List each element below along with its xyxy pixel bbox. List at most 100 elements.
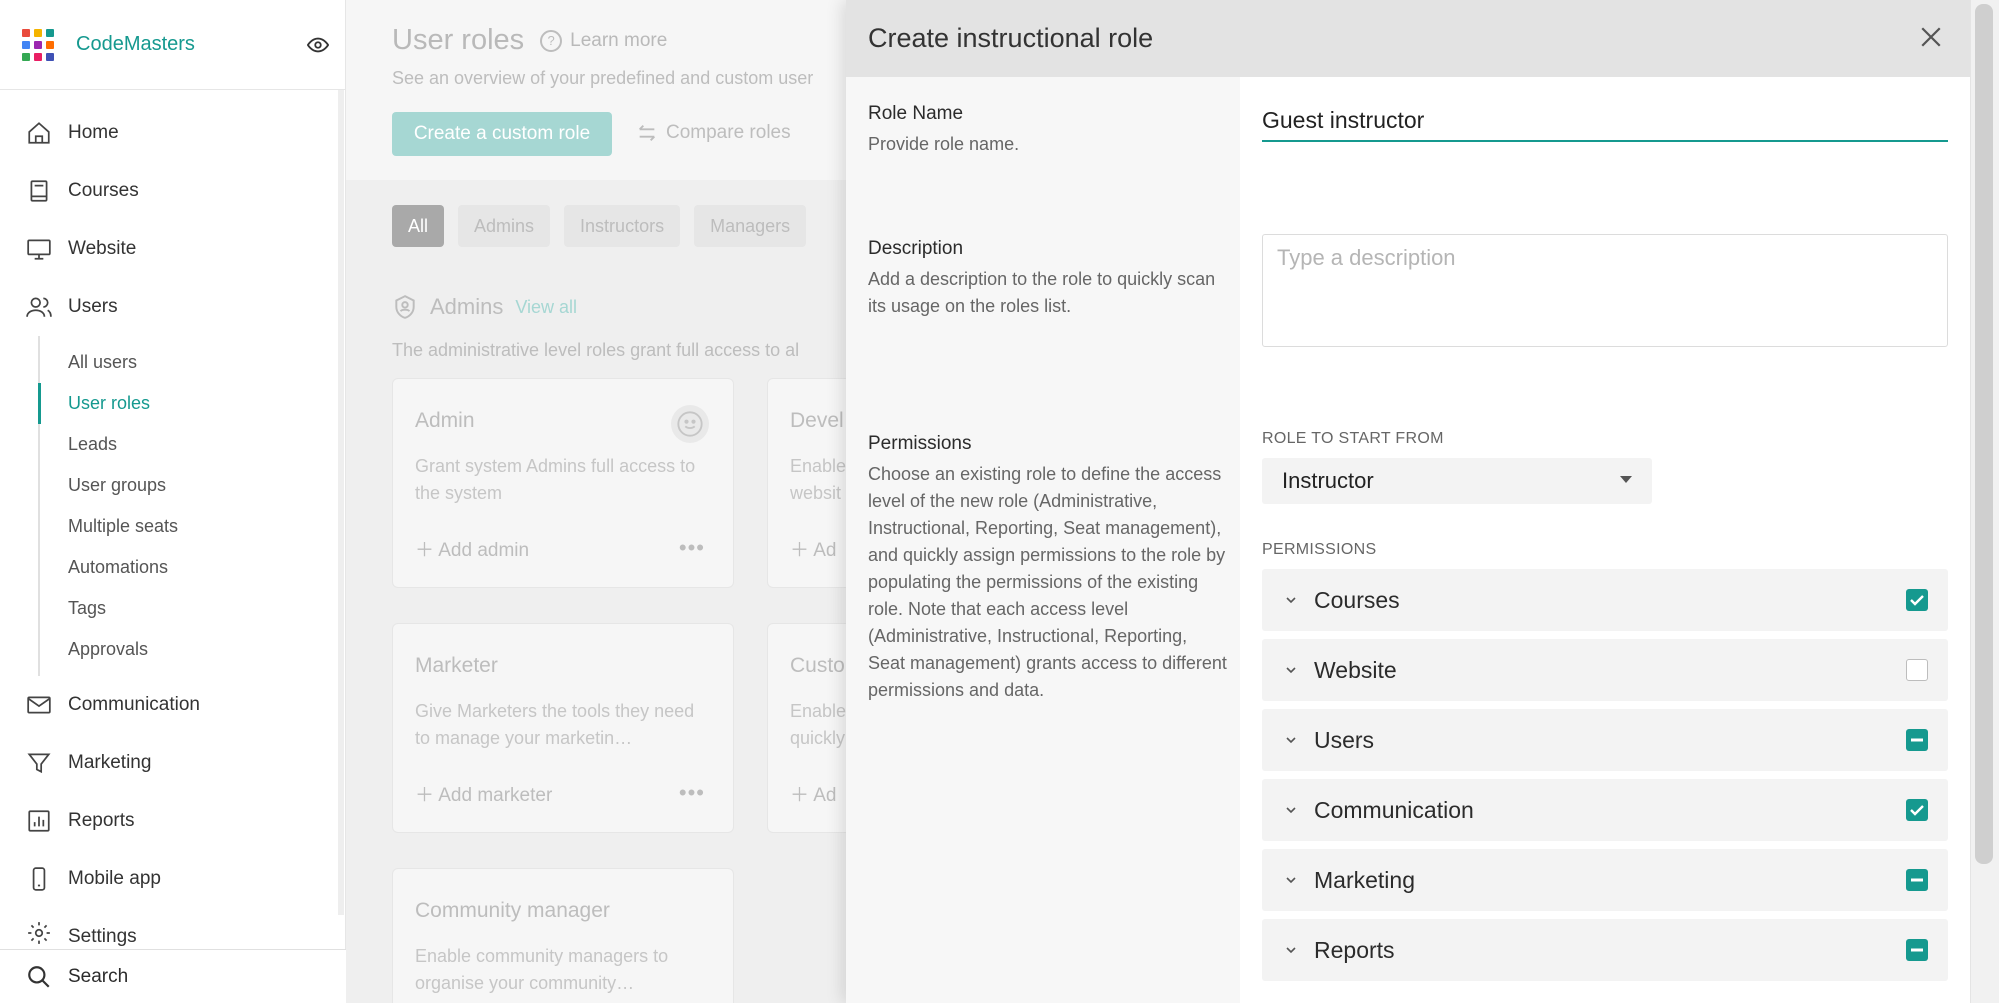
page-title-row: User roles ? Learn more	[392, 24, 667, 57]
permission-checkbox[interactable]	[1906, 659, 1928, 681]
sidebar-item-courses[interactable]: Courses	[0, 162, 345, 220]
create-custom-role-button[interactable]: Create a custom role	[392, 112, 612, 156]
role-card-description: Enable websit	[790, 456, 847, 503]
book-icon	[24, 176, 54, 206]
sidebar-item-website[interactable]: Website	[0, 220, 345, 278]
add-developer-label: Ad	[813, 540, 837, 561]
brand-logo-icon[interactable]	[22, 28, 54, 61]
chevron-down-icon[interactable]	[1284, 803, 1298, 817]
permission-row-website[interactable]: Website	[1262, 639, 1948, 701]
sidebar-item-marketing[interactable]: Marketing	[0, 734, 345, 792]
permission-row-reports[interactable]: Reports	[1262, 919, 1948, 981]
role-start-select[interactable]: Instructor	[1262, 458, 1652, 504]
add-admin-button[interactable]: ＋ Add admin	[415, 535, 529, 562]
role-name-help: Provide role name.	[868, 134, 1020, 154]
permission-checkbox[interactable]	[1906, 729, 1928, 751]
role-start-caption: ROLE TO START FROM	[1262, 430, 1444, 447]
tab-admins[interactable]: Admins	[458, 205, 551, 247]
role-name-input[interactable]	[1262, 100, 1948, 142]
role-card-description: Enable quickly	[790, 701, 847, 748]
help-icon: ?	[540, 29, 563, 52]
plus-icon: ＋	[790, 785, 814, 806]
sidebar-item-mobile-app[interactable]: Mobile app	[0, 850, 345, 908]
panel-header: Create instructional role	[846, 0, 1970, 77]
sidebar-item-reports[interactable]: Reports	[0, 792, 345, 850]
admin-shield-icon	[395, 295, 415, 319]
permissions-label: Permissions	[868, 433, 972, 454]
sidebar-item-label: Reports	[68, 810, 135, 831]
sidebar-item-label: Marketing	[68, 752, 152, 773]
role-card-title: Community manager	[415, 899, 610, 922]
add-custom-label: Ad	[813, 785, 837, 806]
permission-row-marketing[interactable]: Marketing	[1262, 849, 1948, 911]
role-card-title: Custo	[790, 654, 845, 677]
add-custom-button[interactable]: ＋ Ad	[790, 780, 836, 807]
view-all-link[interactable]: View all	[515, 297, 577, 318]
sidebar-item-settings[interactable]: Settings	[0, 908, 345, 948]
tab-managers[interactable]: Managers	[694, 205, 807, 247]
sidebar-search[interactable]: Search	[0, 949, 346, 1003]
permission-row-communication[interactable]: Communication	[1262, 779, 1948, 841]
add-marketer-button[interactable]: ＋ Add marketer	[415, 780, 552, 807]
learn-more-label: Learn more	[570, 29, 668, 51]
role-card-admin[interactable]: Admin Grant system Admins full access to…	[392, 378, 734, 588]
search-label: Search	[68, 965, 129, 987]
search-icon	[24, 962, 54, 992]
compare-roles-button[interactable]: Compare roles	[636, 122, 791, 144]
eye-icon[interactable]	[307, 34, 329, 56]
brand-header: CodeMasters	[0, 0, 345, 90]
learn-more-link[interactable]: ? Learn more	[540, 29, 668, 52]
subnav-item-approvals[interactable]: Approvals	[40, 629, 345, 670]
close-icon[interactable]	[1916, 22, 1946, 52]
brand-name[interactable]: CodeMasters	[76, 33, 195, 56]
sidebar-item-users[interactable]: Users	[0, 278, 345, 336]
subnav-item-user-groups[interactable]: User groups	[40, 465, 345, 506]
permission-checkbox[interactable]	[1906, 799, 1928, 821]
sidebar-item-label: Mobile app	[68, 868, 161, 889]
tab-all[interactable]: All	[392, 205, 445, 247]
subnav-item-leads[interactable]: Leads	[40, 424, 345, 465]
permission-row-users[interactable]: Users	[1262, 709, 1948, 771]
role-card-marketer[interactable]: Marketer Give Marketers the tools they n…	[392, 623, 734, 833]
add-developer-button[interactable]: ＋ Ad	[790, 535, 836, 562]
sidebar-item-label: Communication	[68, 694, 200, 715]
role-card-description: Give Marketers the tools they need to ma…	[415, 701, 695, 748]
permission-name: Reports	[1314, 936, 1395, 963]
sidebar-scrollbar[interactable]	[338, 90, 344, 915]
subnav-item-all-users[interactable]: All users	[40, 342, 345, 383]
chevron-down-icon[interactable]	[1284, 733, 1298, 747]
subnav-item-tags[interactable]: Tags	[40, 588, 345, 629]
admins-section-description: The administrative level roles grant ful…	[392, 340, 800, 360]
chevron-down-icon[interactable]	[1284, 593, 1298, 607]
chevron-down-icon[interactable]	[1284, 663, 1298, 677]
role-card-description: Grant system Admins full access to the s…	[415, 456, 696, 503]
subnav-item-user-roles[interactable]: User roles	[38, 383, 345, 424]
subnav-item-automations[interactable]: Automations	[40, 547, 345, 588]
role-card-title: Admin	[415, 409, 475, 432]
users-icon	[24, 292, 54, 322]
admins-section-title: Admins	[430, 294, 504, 319]
permission-checkbox[interactable]	[1906, 939, 1928, 961]
panel-scrollbar[interactable]	[1970, 0, 1999, 1003]
plus-icon: ＋	[415, 540, 439, 561]
permission-row-courses[interactable]: Courses	[1262, 569, 1948, 631]
panel-labels-column: Role Name Provide role name. Description…	[846, 77, 1240, 1003]
role-card-community-manager[interactable]: Community manager Enable community manag…	[392, 868, 734, 1003]
permissions-caption: PERMISSIONS	[1262, 541, 1377, 558]
permissions-help: Choose an existing role to define the ac…	[868, 464, 1227, 700]
more-options-icon[interactable]: •••	[679, 780, 705, 806]
subnav-item-multiple-seats[interactable]: Multiple seats	[40, 506, 345, 547]
chevron-down-icon[interactable]	[1284, 873, 1298, 887]
swap-icon	[639, 125, 655, 141]
sidebar-item-communication[interactable]: Communication	[0, 676, 345, 734]
tab-instructors[interactable]: Instructors	[564, 205, 681, 247]
permission-checkbox[interactable]	[1906, 589, 1928, 611]
scrollbar-thumb[interactable]	[1975, 4, 1993, 864]
monitor-icon	[24, 234, 54, 264]
more-options-icon[interactable]: •••	[679, 535, 705, 561]
chart-icon	[24, 806, 54, 836]
permission-checkbox[interactable]	[1906, 869, 1928, 891]
sidebar-item-home[interactable]: Home	[0, 104, 345, 162]
chevron-down-icon[interactable]	[1284, 943, 1298, 957]
description-textarea[interactable]	[1262, 234, 1948, 347]
